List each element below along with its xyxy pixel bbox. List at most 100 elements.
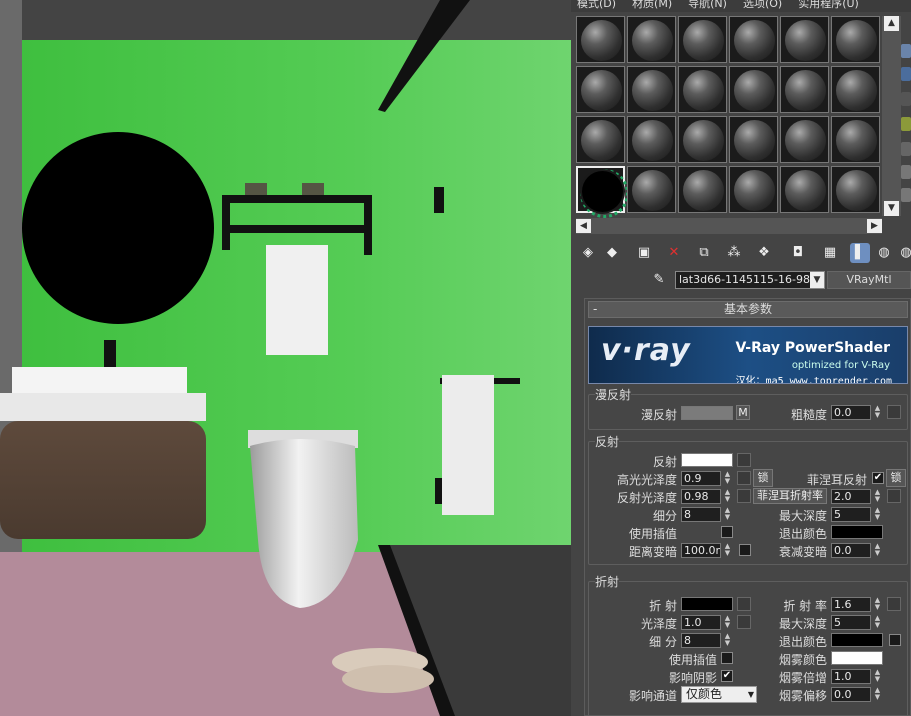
dim-distance-spinner[interactable]: 100.0m: [681, 543, 721, 558]
refl-gloss-arrows[interactable]: ▲ ▼: [723, 489, 732, 504]
material-slot[interactable]: [678, 66, 727, 113]
material-slot[interactable]: [780, 116, 829, 163]
rollout-header[interactable]: - 基本参数: [588, 301, 908, 318]
material-slot[interactable]: [627, 66, 676, 113]
material-slot[interactable]: [729, 166, 778, 213]
material-slot[interactable]: [678, 116, 727, 163]
show-map-icon[interactable]: ▦: [820, 243, 840, 263]
roughness-spinner[interactable]: 0.0: [831, 405, 871, 420]
material-slot[interactable]: [576, 116, 625, 163]
material-slot[interactable]: [627, 16, 676, 63]
viewport[interactable]: [0, 0, 571, 716]
refl-interp-checkbox[interactable]: [721, 526, 733, 538]
hilight-gloss-arrows[interactable]: ▲ ▼: [723, 471, 732, 486]
refract-gloss-map-button[interactable]: [737, 615, 751, 629]
fresnel-ior-map-button[interactable]: [887, 489, 901, 503]
diffuse-map-button[interactable]: M: [736, 405, 750, 420]
refract-exit-checkbox[interactable]: [889, 634, 901, 646]
get-material-icon[interactable]: ◈: [578, 243, 598, 263]
chevron-down-icon[interactable]: ▼: [810, 272, 824, 288]
refract-gloss-arrows[interactable]: ▲ ▼: [723, 615, 732, 630]
show-end-icon[interactable]: ▌: [850, 243, 870, 263]
fresnel-ior-arrows[interactable]: ▲ ▼: [873, 489, 882, 504]
refract-subdivs-spinner[interactable]: 8: [681, 633, 721, 648]
put-material-icon[interactable]: ◆: [602, 243, 622, 263]
scroll-down-icon[interactable]: ▼: [884, 201, 899, 216]
roughness-arrows[interactable]: ▲ ▼: [873, 405, 882, 420]
backlight-icon[interactable]: [901, 67, 911, 81]
material-slot[interactable]: [831, 66, 880, 113]
material-slot[interactable]: [831, 16, 880, 63]
fresnel-ior-label[interactable]: 菲涅耳折射率: [753, 488, 827, 504]
refract-exit-color-swatch[interactable]: [831, 633, 883, 647]
material-type-button[interactable]: VRayMtl: [827, 271, 911, 289]
material-slot[interactable]: [678, 16, 727, 63]
dim-falloff-arrows[interactable]: ▲ ▼: [873, 543, 882, 558]
menu-material[interactable]: 材质(M): [632, 0, 672, 10]
affect-shadows-checkbox[interactable]: ✔: [721, 670, 733, 682]
put-library-icon[interactable]: ❖: [754, 243, 774, 263]
scroll-right-icon[interactable]: ▶: [867, 219, 882, 233]
hilight-gloss-spinner[interactable]: 0.9: [681, 471, 721, 486]
material-slot[interactable]: [780, 66, 829, 113]
refl-max-depth-spinner[interactable]: 5: [831, 507, 871, 522]
uv-tiling-icon[interactable]: [901, 117, 911, 131]
material-slot[interactable]: [780, 166, 829, 213]
refl-gloss-spinner[interactable]: 0.98: [681, 489, 721, 504]
assign-material-icon[interactable]: ▣: [634, 243, 654, 263]
material-slot[interactable]: [576, 66, 625, 113]
affect-channels-dropdown[interactable]: 仅颜色 ▼: [681, 686, 757, 703]
material-slot[interactable]: [729, 116, 778, 163]
scroll-up-icon[interactable]: ▲: [884, 16, 899, 31]
material-slot[interactable]: [576, 166, 629, 218]
fog-multiplier-arrows[interactable]: ▲ ▼: [873, 669, 882, 684]
go-parent-icon[interactable]: ◍: [874, 243, 894, 263]
background-icon[interactable]: [901, 92, 911, 106]
material-slot[interactable]: [627, 116, 676, 163]
dim-distance-checkbox[interactable]: [739, 544, 751, 556]
refl-subdivs-spinner[interactable]: 8: [681, 507, 721, 522]
material-id-icon[interactable]: ◘: [788, 243, 808, 263]
hilight-gloss-map-button[interactable]: [737, 471, 751, 485]
fresnel-lock-button[interactable]: 锁: [886, 469, 906, 487]
refl-exit-color-swatch[interactable]: [831, 525, 883, 539]
go-sibling-icon[interactable]: ◍: [896, 243, 911, 263]
material-slot[interactable]: [627, 166, 676, 213]
fog-bias-arrows[interactable]: ▲ ▼: [873, 687, 882, 702]
ior-map-button[interactable]: [887, 597, 901, 611]
ior-arrows[interactable]: ▲ ▼: [873, 597, 882, 612]
roughness-map-button[interactable]: [887, 405, 901, 419]
unique-icon[interactable]: ⁂: [724, 243, 744, 263]
refract-color-swatch[interactable]: [681, 597, 733, 611]
eyedropper-icon[interactable]: ✎: [649, 270, 669, 290]
refl-subdivs-arrows[interactable]: ▲ ▼: [723, 507, 732, 522]
material-slot[interactable]: [729, 66, 778, 113]
menu-utilities[interactable]: 实用程序(U): [798, 0, 859, 10]
material-slot[interactable]: [831, 166, 880, 213]
collapse-toggle[interactable]: -: [593, 302, 597, 317]
material-slot[interactable]: [831, 116, 880, 163]
material-slot[interactable]: [678, 166, 727, 213]
reset-icon[interactable]: ✕: [664, 243, 684, 263]
refract-subdivs-arrows[interactable]: ▲ ▼: [723, 633, 732, 648]
material-slot[interactable]: [576, 16, 625, 63]
material-slot[interactable]: [729, 16, 778, 63]
material-slot[interactable]: [780, 16, 829, 63]
refl-max-depth-arrows[interactable]: ▲ ▼: [873, 507, 882, 522]
refract-max-depth-arrows[interactable]: ▲ ▼: [873, 615, 882, 630]
menu-modes[interactable]: 模式(D): [577, 0, 616, 10]
fresnel-ior-spinner[interactable]: 2.0: [831, 489, 871, 504]
menu-navigation[interactable]: 导航(N): [688, 0, 727, 10]
fog-color-swatch[interactable]: [831, 651, 883, 665]
reflect-map-button[interactable]: [737, 453, 751, 467]
refl-gloss-map-button[interactable]: [737, 489, 751, 503]
material-name-field[interactable]: lat3d66-1145115-16-9839 ▼: [675, 271, 825, 289]
copy-icon[interactable]: ⧉: [694, 243, 714, 263]
hilight-lock-button[interactable]: 锁: [753, 469, 773, 487]
refract-max-depth-spinner[interactable]: 5: [831, 615, 871, 630]
refract-map-button[interactable]: [737, 597, 751, 611]
fog-multiplier-spinner[interactable]: 1.0: [831, 669, 871, 684]
menu-options[interactable]: 选项(O): [743, 0, 782, 10]
sample-type-icon[interactable]: [901, 44, 911, 58]
options-icon[interactable]: [901, 188, 911, 202]
